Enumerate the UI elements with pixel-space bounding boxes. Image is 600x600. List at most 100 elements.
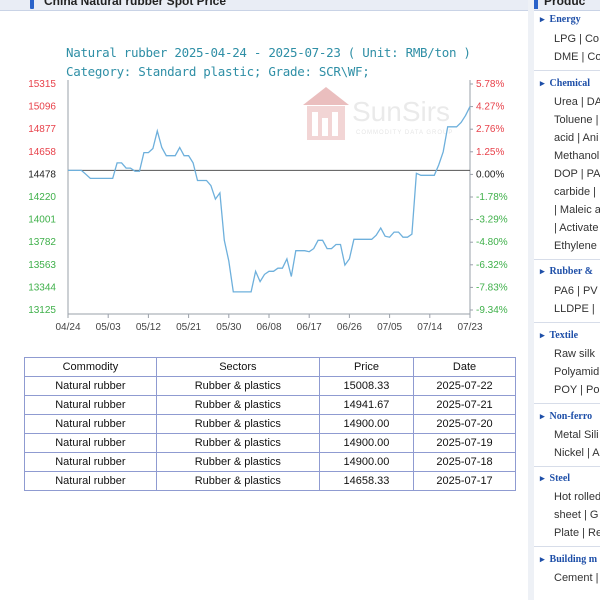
cell-date: 2025-07-20 — [413, 414, 516, 434]
watermark-text: SunSirs — [352, 96, 450, 127]
watermark-bar-icon — [312, 112, 318, 136]
category-divider — [534, 259, 600, 260]
sidebar-link[interactable]: LPG | Co — [554, 33, 599, 45]
triangle-right-icon: ▸ — [540, 473, 545, 483]
triangle-right-icon: ▸ — [540, 330, 545, 340]
cell-sector: Rubber & plastics — [155, 376, 320, 396]
sidebar-link[interactable]: POY | Po — [554, 384, 599, 396]
x-tick-label: 06/17 — [297, 322, 322, 333]
y-tick-label-right: -7.83% — [476, 282, 508, 293]
sidebar-link[interactable]: Ethylene — [554, 240, 597, 252]
sunsirs-watermark-logo: SunSirs COMMODITY DATA GROUP — [303, 87, 452, 140]
cell-sector: Rubber & plastics — [155, 395, 320, 415]
cell-sector: Rubber & plastics — [155, 414, 320, 434]
x-tick-label: 06/08 — [256, 322, 281, 333]
triangle-right-icon: ▸ — [540, 266, 545, 276]
cell-price: 14658.33 — [318, 471, 415, 491]
category-label: Building m — [549, 554, 598, 565]
cell-date: 2025-07-17 — [413, 471, 516, 491]
sidebar-header: Produc — [534, 0, 600, 11]
category-divider — [534, 466, 600, 467]
cell-price: 14900.00 — [318, 433, 415, 453]
y-tick-label-right: -9.34% — [476, 305, 508, 316]
category-steel[interactable]: ▸ Steel — [540, 473, 570, 484]
sidebar-link[interactable]: DME | Co — [554, 51, 600, 63]
triangle-right-icon: ▸ — [540, 78, 545, 88]
category-divider — [534, 546, 600, 547]
y-tick-label-left: 14220 — [28, 192, 56, 203]
sidebar-link[interactable]: Metal Sili — [554, 429, 599, 441]
cell-price: 14941.67 — [318, 395, 415, 415]
cell-commodity: Natural rubber — [24, 471, 157, 491]
table-row: Natural rubber Rubber & plastics 14900.0… — [24, 452, 516, 472]
sidebar-link[interactable]: Nickel | A — [554, 447, 600, 459]
cell-commodity: Natural rubber — [24, 414, 157, 434]
y-tick-label-right: 1.25% — [476, 147, 504, 158]
table-header-row: Commodity Sectors Price Date — [24, 357, 516, 377]
price-panel: China Natural rubber Spot Price Natural … — [0, 0, 528, 600]
y-tick-label-right: 4.27% — [476, 102, 504, 113]
category-label: Chemical — [549, 78, 591, 89]
y-tick-label-right: 2.76% — [476, 124, 504, 135]
category-divider — [534, 322, 600, 323]
sidebar-link[interactable]: sheet | G — [554, 509, 598, 521]
sidebar-link[interactable]: PA6 | PV — [554, 285, 598, 297]
sidebar-link[interactable]: Urea | DA — [554, 96, 600, 108]
sidebar-link[interactable]: Methanol — [554, 150, 599, 162]
triangle-right-icon: ▸ — [540, 14, 545, 24]
category-label: Steel — [549, 473, 571, 484]
cell-commodity: Natural rubber — [24, 395, 157, 415]
cell-commodity: Natural rubber — [24, 376, 157, 396]
category-chemical[interactable]: ▸ Chemical — [540, 78, 590, 89]
sidebar-link[interactable]: Polyamid — [554, 366, 599, 378]
x-tick-label: 07/05 — [377, 322, 402, 333]
x-tick-label: 05/03 — [96, 322, 121, 333]
header-bar-icon — [534, 0, 538, 9]
cell-price: 14900.00 — [318, 452, 415, 472]
sidebar-title: Produc — [544, 0, 586, 8]
sidebar-link[interactable]: Toluene | — [554, 114, 598, 126]
sidebar-link[interactable]: DOP | PA — [554, 168, 600, 180]
category-non-ferrous[interactable]: ▸ Non-ferro — [540, 411, 592, 422]
sidebar-link[interactable]: carbide | — [554, 186, 596, 198]
products-sidebar: Produc ▸ Energy LPG | Co DME | Co ▸ Chemic… — [534, 0, 600, 600]
cell-sector: Rubber & plastics — [155, 471, 320, 491]
category-label: Energy — [549, 14, 581, 25]
sidebar-link[interactable]: Hot rolled — [554, 491, 600, 503]
column-header-date: Date — [413, 357, 516, 377]
category-label: Textile — [549, 330, 579, 341]
category-divider — [534, 403, 600, 404]
category-energy[interactable]: ▸ Energy — [540, 14, 581, 25]
watermark-bar-icon — [322, 118, 328, 136]
x-tick-label: 05/30 — [216, 322, 241, 333]
sidebar-link[interactable]: LLDPE | — [554, 303, 595, 315]
column-header-price: Price — [318, 357, 415, 377]
sidebar-link[interactable]: acid | Ani — [554, 132, 598, 144]
y-tick-label-left: 13344 — [28, 282, 56, 293]
y-tick-label-left: 14877 — [28, 124, 56, 135]
sidebar-link[interactable]: | Activate — [554, 222, 598, 234]
x-tick-label: 07/23 — [457, 322, 482, 333]
y-tick-label-right: -3.29% — [476, 215, 508, 226]
column-header-sectors: Sectors — [155, 357, 320, 377]
y-tick-label-left: 14478 — [28, 169, 56, 180]
triangle-right-icon: ▸ — [540, 411, 545, 421]
price-table: Commodity Sectors Price Date Natural rub… — [24, 357, 516, 491]
table-row: Natural rubber Rubber & plastics 14900.0… — [24, 433, 516, 453]
category-building-materials[interactable]: ▸ Building m — [540, 554, 597, 565]
column-header-commodity: Commodity — [24, 357, 157, 377]
sidebar-link[interactable]: Cement | — [554, 572, 598, 584]
cell-commodity: Natural rubber — [24, 452, 157, 472]
x-tick-label: 05/12 — [136, 322, 161, 333]
table-row: Natural rubber Rubber & plastics 14941.6… — [24, 395, 516, 415]
sidebar-link[interactable]: | Maleic a — [554, 204, 600, 216]
cell-date: 2025-07-21 — [413, 395, 516, 415]
category-textile[interactable]: ▸ Textile — [540, 330, 578, 341]
cell-price: 15008.33 — [318, 376, 415, 396]
cell-date: 2025-07-22 — [413, 376, 516, 396]
sidebar-link[interactable]: Plate | Re — [554, 527, 600, 539]
category-rubber[interactable]: ▸ Rubber & — [540, 266, 593, 277]
x-tick-label: 07/14 — [417, 322, 442, 333]
y-tick-label-left: 15096 — [28, 102, 56, 113]
sidebar-link[interactable]: Raw silk — [554, 348, 595, 360]
